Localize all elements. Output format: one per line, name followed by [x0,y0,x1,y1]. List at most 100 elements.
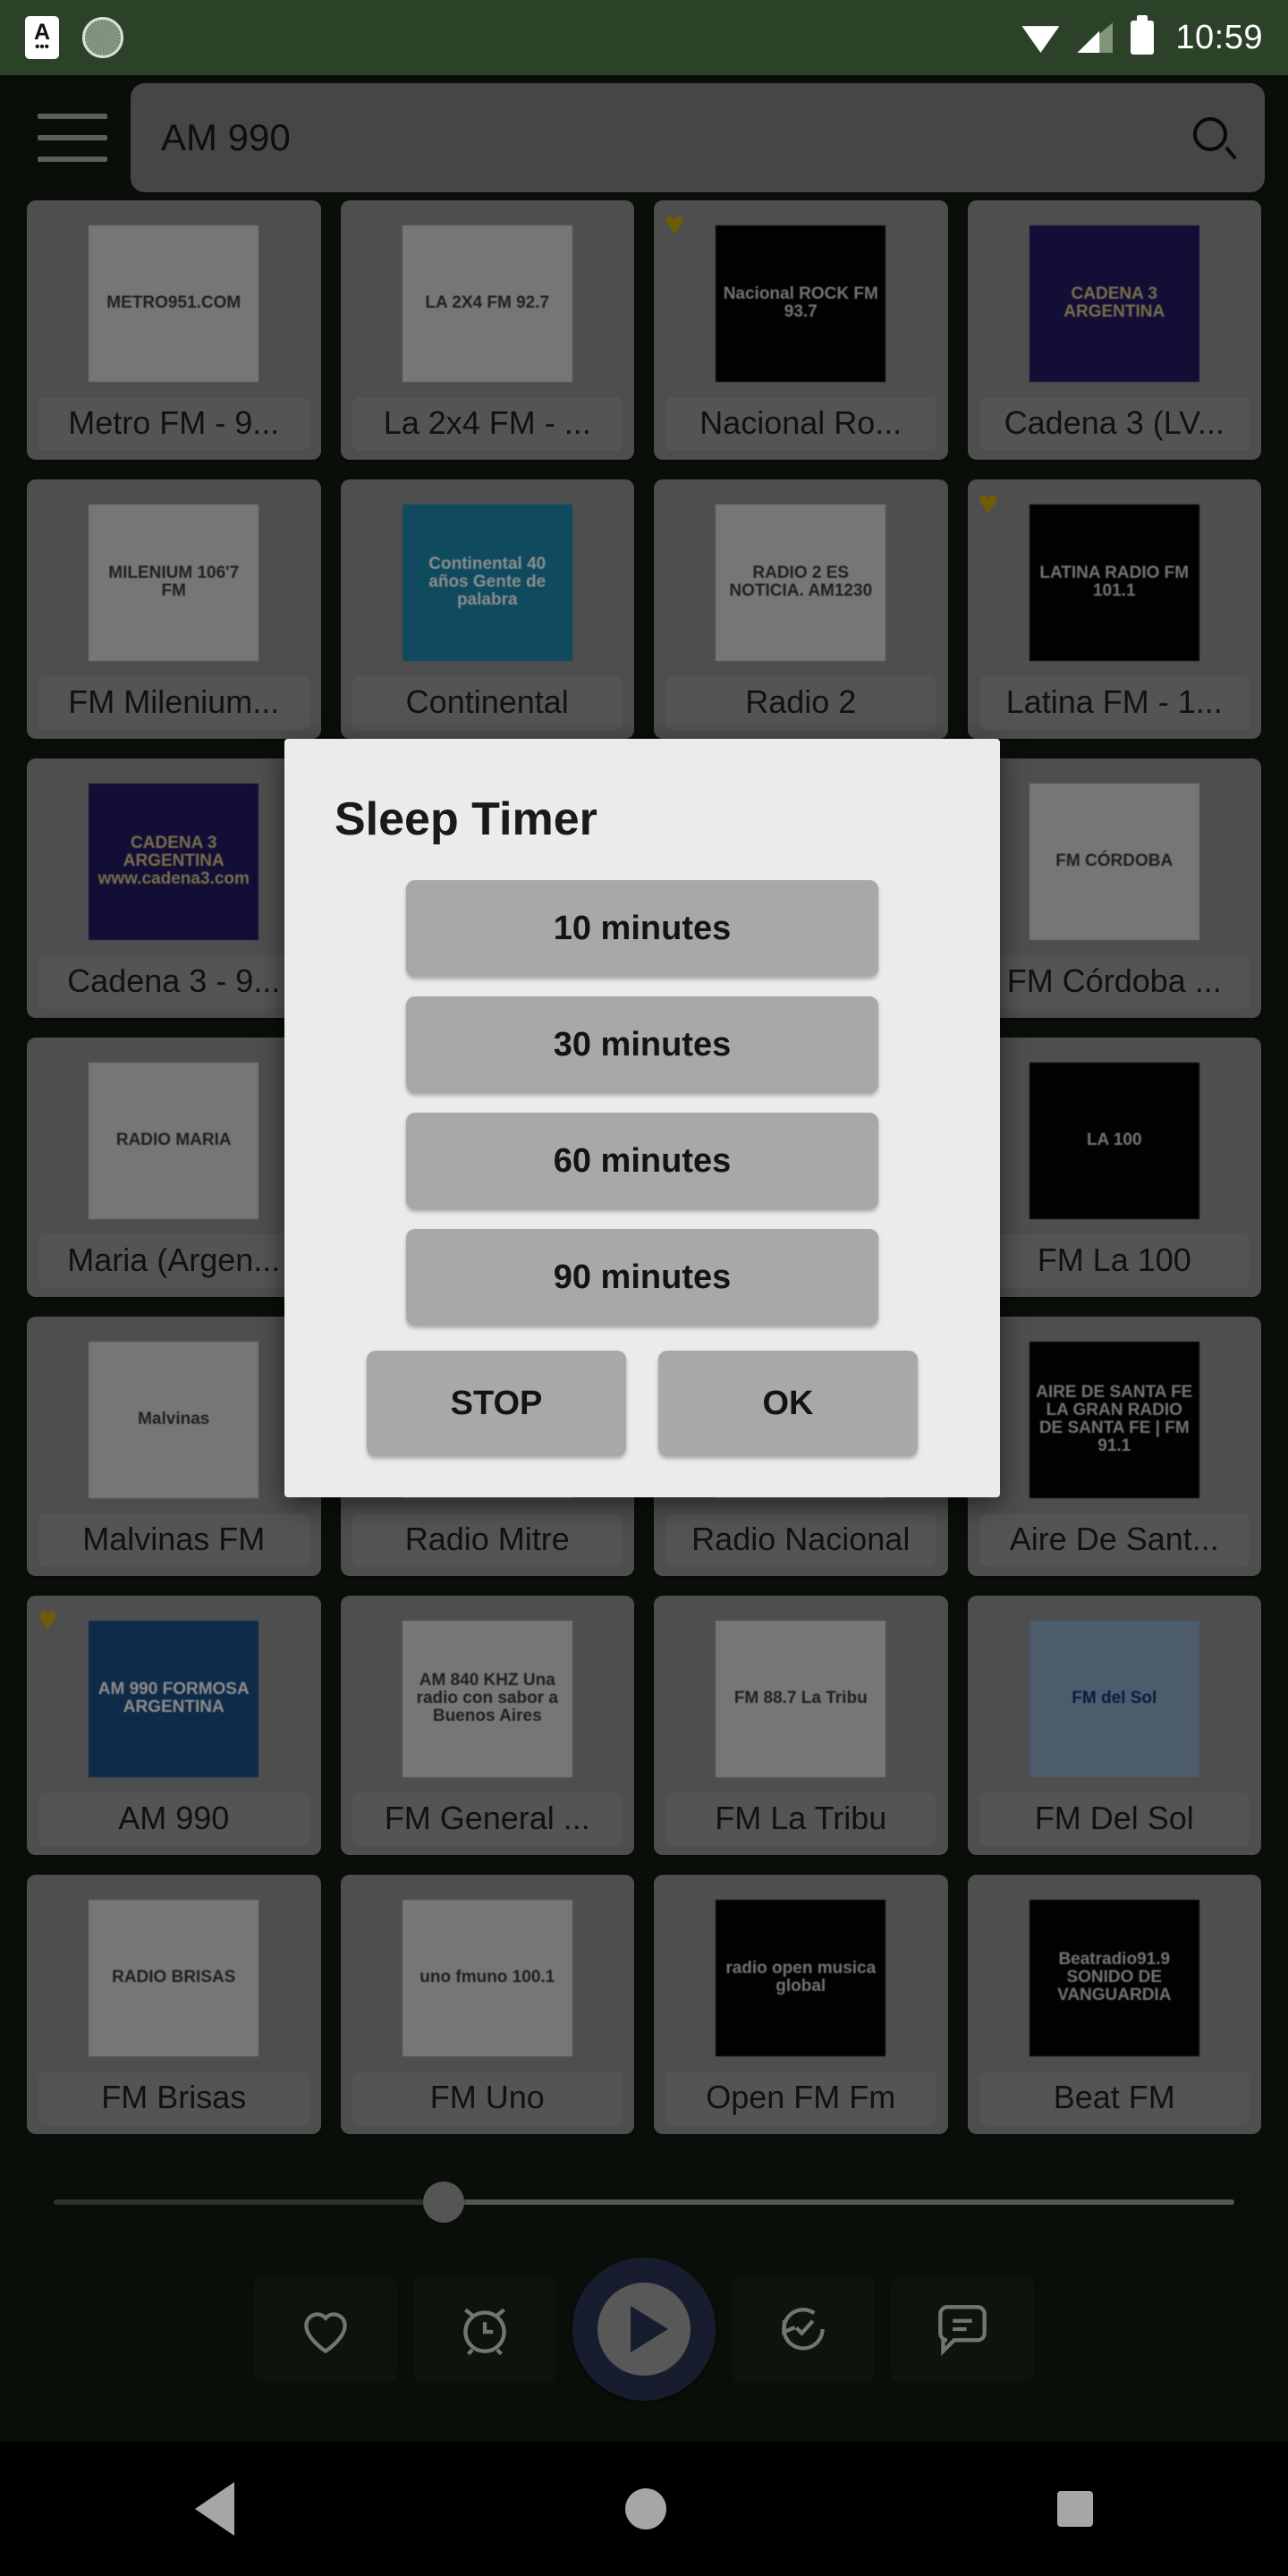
station-logo: CADENA 3 ARGENTINA [968,200,1262,397]
station-name: Radio 2 [665,676,936,730]
station-tile[interactable]: METRO951.COM Metro FM - 9... [27,200,321,460]
reload-button[interactable] [732,2275,875,2383]
station-tile[interactable]: ♥FM CÓRDOBAFM Córdoba ... [967,758,1262,1018]
station-logo: MILENIUM 106'7 FM [27,479,321,676]
search-input-value: AM 990 [161,116,291,158]
status-bar: A ••• 10:59 [0,0,1288,75]
station-tile[interactable]: ♥LA 100FM La 100 [967,1038,1261,1297]
station-name: AM 990 [38,1792,309,1846]
station-logo-text: FM CÓRDOBA [1055,852,1174,871]
station-logo: CADENA 3 ARGENTINA www.cadena3.com [27,758,321,955]
favorite-button[interactable] [254,2275,397,2383]
recents-square-icon[interactable] [1056,2491,1093,2527]
station-name: Beat FM [979,2072,1250,2125]
station-logo: FM CÓRDOBA [968,758,1262,955]
station-tile[interactable]: LA 2X4 FM 92.7 La 2x4 FM - ... [340,200,635,460]
station-logo: AM 990 FORMOSA ARGENTINA [27,1596,321,1792]
wifi-icon [1021,26,1060,53]
station-logo: Nacional ROCK FM 93.7 [654,200,948,397]
station-logo-text: radio open musica global [725,1959,877,1996]
sleep-timer-button[interactable] [413,2275,556,2383]
station-tile[interactable]: FM 88.7 La Tribu FM La Tribu [654,1596,948,1855]
timer-option-10[interactable]: 10 minutes [406,880,878,977]
seek-bar[interactable] [54,2175,1234,2229]
station-name: Continental [352,676,623,730]
station-logo-art: Nacional ROCK FM 93.7 [716,225,886,382]
station-tile[interactable]: RADIO 2 ES NOTICIA. AM1230 Radio 2 [654,479,948,739]
station-tile[interactable]: Continental 40 años Gente de palabra Cont… [340,479,635,739]
play-button[interactable] [572,2258,716,2401]
station-logo: AIRE DE SANTA FE LA GRAN RADIO DE SANTA … [968,1317,1262,1513]
station-logo: LA 2X4 FM 92.7 [341,200,635,397]
play-icon [631,2306,668,2352]
station-logo-text: LATINA RADIO FM 101.1 [1039,564,1190,600]
station-tile[interactable]: RADIO BRISAS FM Brisas [27,1875,321,2134]
station-logo-text: Nacional ROCK FM 93.7 [723,284,878,321]
station-tile[interactable]: FM del Sol FM Del Sol [967,1596,1261,1855]
station-logo-art: FM 88.7 La Tribu [716,1620,886,1777]
seek-thumb[interactable] [422,2182,464,2223]
station-logo-art: AM 840 KHZ Una radio con sabor a Buenos … [402,1620,572,1777]
station-tile[interactable]: ♥ LATINA RADIO FM 101.1 Latina FM - 1... [967,479,1262,739]
station-tile[interactable]: MILENIUM 106'7 FM FM Milenium... [27,479,321,739]
station-tile[interactable]: CADENA 3 ARGENTINA Cadena 3 (LV... [967,200,1262,460]
station-name: Radio Nacional [665,1513,936,1567]
station-logo-text: RADIO MARIA [115,1131,232,1150]
refresh-check-icon [782,2308,825,2351]
timer-option-90[interactable]: 90 minutes [406,1229,878,1326]
stop-button[interactable]: STOP [367,1351,626,1456]
timer-option-30[interactable]: 30 minutes [406,996,878,1093]
station-tile[interactable]: AM 840 KHZ Una radio con sabor a Buenos … [340,1596,635,1855]
station-name: FM Brisas [38,2072,309,2125]
station-logo-art: uno fmuno 100.1 [402,1899,572,2056]
station-logo-text: AM 990 FORMOSA ARGENTINA [97,1680,250,1716]
station-logo: LATINA RADIO FM 101.1 [968,479,1262,676]
station-tile[interactable]: radio open musica global Open FM Fm [654,1875,948,2134]
station-tile[interactable]: uno fmuno 100.1 FM Uno [340,1875,634,2134]
station-name: Maria (Argen... [38,1234,309,1288]
ok-button[interactable]: OK [658,1351,918,1456]
favorite-heart-icon: ♥ [38,1601,58,1639]
station-logo: radio open musica global [654,1875,948,2072]
seek-track[interactable] [54,2199,1234,2205]
station-logo: Continental 40 años Gente de palabra [341,479,635,676]
station-logo-art: FM del Sol [1029,1620,1199,1777]
station-logo-art: RADIO BRISAS [89,1899,259,2056]
phone-screen: A ••• 10:59 AM 990 METRO951.COM Metro FM… [0,0,1288,2576]
timer-option-60[interactable]: 60 minutes [406,1113,878,1209]
station-tile[interactable]: Beatradio91.9 SONIDO DE VANGUARDIA Beat F… [967,1875,1261,2134]
station-logo: RADIO BRISAS [27,1875,321,2072]
hamburger-menu-icon[interactable] [23,89,122,187]
play-button-inner [597,2283,691,2376]
search-icon[interactable] [1193,117,1237,160]
station-name: Radio Mitre [352,1513,623,1567]
station-logo-art: LA 100 [1029,1062,1199,1219]
favorite-heart-icon: ♥ [665,206,685,243]
notification-app-icon: A ••• [25,16,59,59]
station-name: FM General ... [352,1792,623,1846]
station-name: FM La Tribu [665,1792,936,1846]
station-name: Malvinas FM [38,1513,309,1567]
station-logo-art: RADIO 2 ES NOTICIA. AM1230 [716,504,886,661]
station-tile[interactable]: Malvinas Malvinas FM [27,1317,321,1576]
station-tile[interactable]: ♥ AM 990 FORMOSA ARGENTINA AM 990 [27,1596,321,1855]
station-name: FM Del Sol [979,1792,1250,1846]
home-circle-icon[interactable] [624,2488,666,2529]
station-tile[interactable]: CADENA 3 ARGENTINA www.cadena3.com Cadena… [27,758,321,1018]
station-logo-art: AM 990 FORMOSA ARGENTINA [89,1620,259,1777]
heart-icon [304,2312,347,2354]
station-tile[interactable]: ♥ Nacional ROCK FM 93.7 Nacional Ro... [654,200,948,460]
station-logo: AM 840 KHZ Una radio con sabor a Buenos … [341,1596,635,1792]
station-tile[interactable]: AIRE DE SANTA FE LA GRAN RADIO DE SANTA … [967,1317,1262,1576]
back-triangle-icon[interactable] [195,2482,235,2536]
station-logo-text: LA 100 [1086,1131,1142,1150]
station-name: FM La 100 [979,1234,1250,1288]
search-input[interactable]: AM 990 [131,83,1265,192]
station-logo-art: Beatradio91.9 SONIDO DE VANGUARDIA [1029,1899,1199,2056]
station-logo-text: RADIO 2 ES NOTICIA. AM1230 [729,564,873,600]
station-tile[interactable]: RADIO MARIA Maria (Argen... [27,1038,321,1297]
station-logo-art: FM CÓRDOBA [1029,783,1199,940]
chat-button[interactable] [891,2275,1034,2383]
station-logo-art: CADENA 3 ARGENTINA [1029,225,1199,382]
station-logo-text: uno fmuno 100.1 [419,1968,555,1987]
